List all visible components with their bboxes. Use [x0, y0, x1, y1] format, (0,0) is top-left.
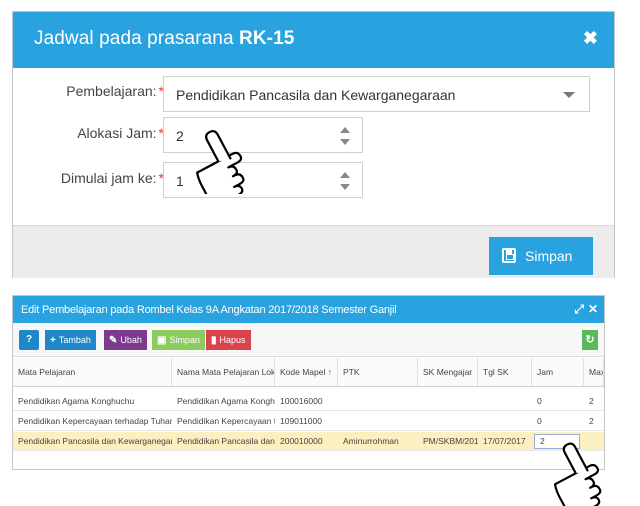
- cell-ptk: Aminurrohman: [343, 436, 399, 446]
- cell-nama-lokal: Pendidikan Agama Konghuc...: [177, 396, 275, 406]
- cell-tgl-sk: [478, 392, 532, 411]
- chevron-down-icon[interactable]: [563, 92, 575, 98]
- column-header-nama-lokal[interactable]: Nama Mata Pelajaran Lokal: [172, 358, 275, 386]
- pembelajaran-value: Pendidikan Pancasila dan Kewarganegaraan: [176, 87, 456, 103]
- cell-tgl-sk: 17/07/2017: [483, 436, 526, 446]
- pointing-hand-icon: [553, 442, 602, 506]
- column-header-mata-pelajaran[interactable]: Mata Pelajaran: [13, 358, 172, 386]
- cell-jam: 0: [537, 396, 542, 406]
- table-row[interactable]: Pendidikan Agama Konghuchu Pendidikan Ag…: [13, 392, 604, 411]
- tambah-button[interactable]: + Tambah: [45, 330, 96, 350]
- dimulai-jam-value: 1: [176, 173, 184, 189]
- increment-icon[interactable]: [340, 127, 350, 133]
- cell-mata-pelajaran: Pendidikan Agama Konghuchu: [18, 396, 135, 406]
- dimulai-label: Dimulai jam ke: *: [60, 170, 164, 186]
- column-header-ptk[interactable]: PTK: [338, 358, 418, 386]
- pembelajaran-label: Pembelajaran: *: [66, 83, 164, 99]
- dialog-title: Jadwal pada prasarana RK-15: [34, 28, 294, 50]
- header-divider: [13, 386, 604, 387]
- table-row-selected[interactable]: Pendidikan Pancasila dan Kewarganegaraan…: [13, 432, 604, 451]
- increment-icon[interactable]: [340, 172, 350, 178]
- cell-max: 2: [589, 416, 594, 426]
- grid-toolbar: ? + Tambah ✎ Ubah ▣ Simpan ▮ Hapus ↻: [13, 323, 604, 357]
- jadwal-dialog: Jadwal pada prasarana RK-15 ✖ Pembelajar…: [12, 11, 615, 278]
- hapus-button[interactable]: ▮ Hapus: [206, 330, 251, 350]
- save-button[interactable]: Simpan: [489, 237, 593, 275]
- maximize-icon[interactable]: ⤢: [574, 302, 584, 316]
- cell-mata-pelajaran: Pendidikan Kepercayaan terhadap Tuhan YM…: [18, 416, 172, 426]
- column-header-tgl-sk[interactable]: Tgl SK: [478, 358, 532, 386]
- trash-icon: ▮: [211, 335, 217, 346]
- column-header-max[interactable]: Max: [584, 358, 604, 386]
- help-button[interactable]: ?: [19, 330, 39, 350]
- floppy-disk-icon: ▣: [157, 335, 167, 346]
- column-header-jam[interactable]: Jam: [532, 358, 584, 386]
- simpan-button[interactable]: ▣ Simpan: [152, 330, 205, 350]
- decrement-icon[interactable]: [340, 139, 350, 145]
- table-row[interactable]: Pendidikan Kepercayaan terhadap Tuhan YM…: [13, 412, 604, 431]
- cell-ptk: [338, 392, 418, 411]
- save-label: Simpan: [525, 248, 573, 264]
- cell-sk-mengajar: [418, 392, 478, 411]
- window-title: Edit Pembelajaran pada Rombel Kelas 9A A…: [21, 304, 397, 316]
- cell-kode-mapel: 100016000: [280, 396, 323, 406]
- cell-kode-mapel: 200010000: [280, 436, 323, 446]
- alokasi-label: Alokasi Jam: *: [77, 125, 164, 141]
- ubah-label: Ubah: [120, 335, 142, 345]
- close-icon[interactable]: ✕: [588, 302, 598, 316]
- refresh-icon[interactable]: ↻: [582, 330, 598, 350]
- dialog-title-room: RK-15: [239, 28, 295, 49]
- cell-sk-mengajar: PM/SKBM/2018: [423, 436, 478, 446]
- window-header: Edit Pembelajaran pada Rombel Kelas 9A A…: [13, 296, 604, 323]
- pencil-icon: ✎: [109, 335, 118, 346]
- simpan-label: Simpan: [169, 335, 200, 345]
- plus-icon: +: [50, 335, 56, 346]
- edit-pembelajaran-window: Edit Pembelajaran pada Rombel Kelas 9A A…: [12, 295, 605, 470]
- window-tools: ⤢ ✕: [570, 302, 598, 317]
- decrement-icon[interactable]: [340, 184, 350, 190]
- column-header-sk-mengajar[interactable]: SK Mengajar: [418, 358, 478, 386]
- alokasi-jam-value: 2: [176, 128, 184, 144]
- cell-jam: 0: [537, 416, 542, 426]
- pembelajaran-select[interactable]: Pendidikan Pancasila dan Kewarganegaraan: [163, 76, 590, 112]
- cell-kode-mapel: 109011000: [280, 416, 322, 426]
- cell-max: 2: [589, 396, 594, 406]
- cell-tgl-sk: [478, 412, 532, 431]
- cell-sk-mengajar: [418, 412, 478, 431]
- dialog-title-prefix: Jadwal pada prasarana: [34, 28, 240, 49]
- column-header-kode-mapel[interactable]: Kode Mapel ↑: [275, 358, 338, 386]
- pointing-hand-icon: [196, 130, 245, 194]
- dialog-header: Jadwal pada prasarana RK-15 ✖: [13, 12, 614, 68]
- cell-mata-pelajaran: Pendidikan Pancasila dan Kewarganegaraan: [18, 436, 172, 446]
- cell-nama-lokal: Pendidikan Kepercayaan te...: [177, 416, 275, 426]
- close-icon[interactable]: ✖: [583, 28, 598, 49]
- tambah-label: Tambah: [58, 335, 91, 345]
- cell-nama-lokal: Pendidikan Pancasila dan K...: [177, 436, 275, 446]
- cell-ptk: [338, 412, 418, 431]
- hapus-label: Hapus: [219, 335, 246, 345]
- dialog-footer: Simpan: [13, 225, 614, 278]
- ubah-button[interactable]: ✎ Ubah: [104, 330, 147, 350]
- floppy-disk-icon: [502, 248, 516, 263]
